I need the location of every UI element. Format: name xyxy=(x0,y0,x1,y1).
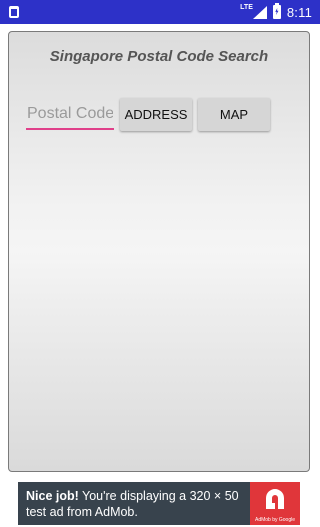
map-button[interactable]: MAP xyxy=(198,98,270,131)
signal-icon xyxy=(252,5,267,19)
admob-caption: AdMob by Google xyxy=(254,517,296,523)
address-button[interactable]: ADDRESS xyxy=(120,98,192,131)
network-type: LTE xyxy=(240,3,253,11)
status-bar: LTE 8:11 xyxy=(0,0,320,24)
ad-banner[interactable]: Nice job! You're displaying a 320 × 50 t… xyxy=(18,482,300,525)
admob-logo[interactable]: AdMob by Google xyxy=(250,482,300,525)
postal-code-input[interactable] xyxy=(26,102,114,130)
ad-text: Nice job! You're displaying a 320 × 50 t… xyxy=(26,488,248,520)
status-clock: 8:11 xyxy=(286,4,312,20)
search-card: Singapore Postal Code Search ADDRESS MAP xyxy=(8,31,310,472)
admob-icon xyxy=(266,489,284,509)
status-icons: LTE 8:11 xyxy=(240,0,312,24)
notification-icon xyxy=(9,6,19,18)
battery-icon xyxy=(272,3,281,19)
ad-headline: Nice job! xyxy=(26,489,79,503)
app-title: Singapore Postal Code Search xyxy=(49,48,269,65)
